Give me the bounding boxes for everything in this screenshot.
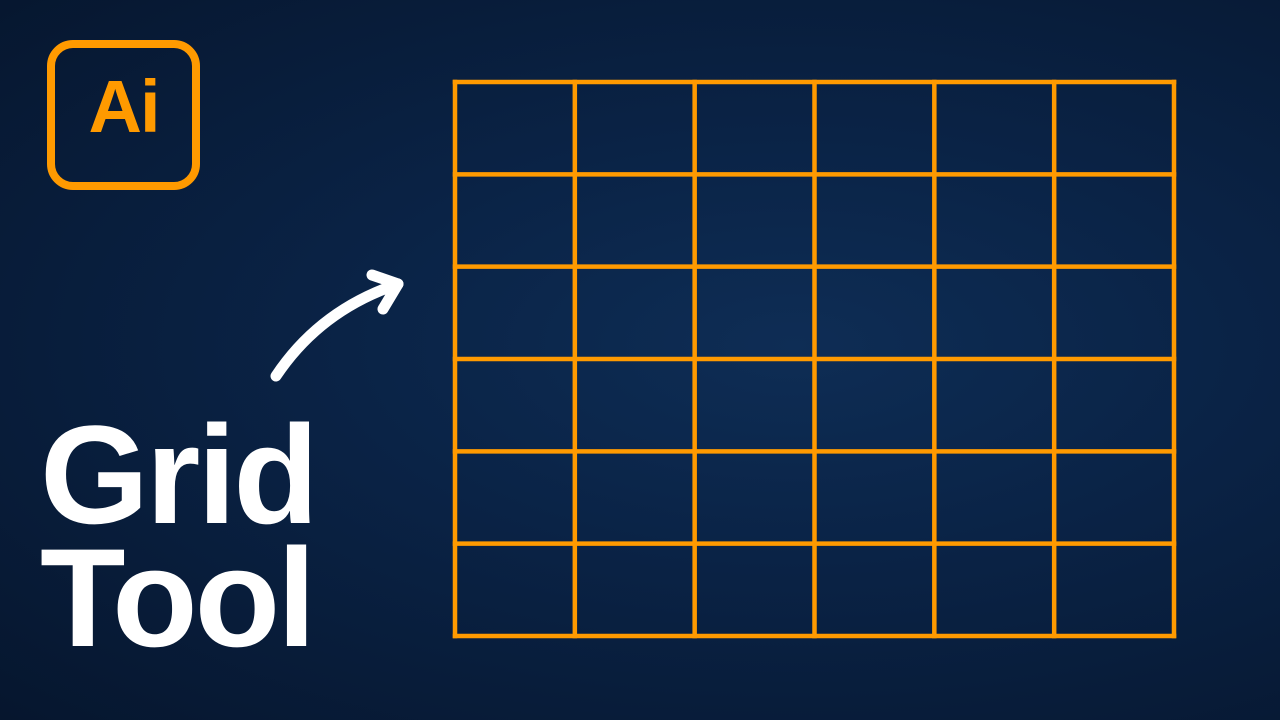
graphics-layer [270,79,1177,639]
grid-shape [452,79,1177,639]
curved-arrow-icon [270,269,404,382]
